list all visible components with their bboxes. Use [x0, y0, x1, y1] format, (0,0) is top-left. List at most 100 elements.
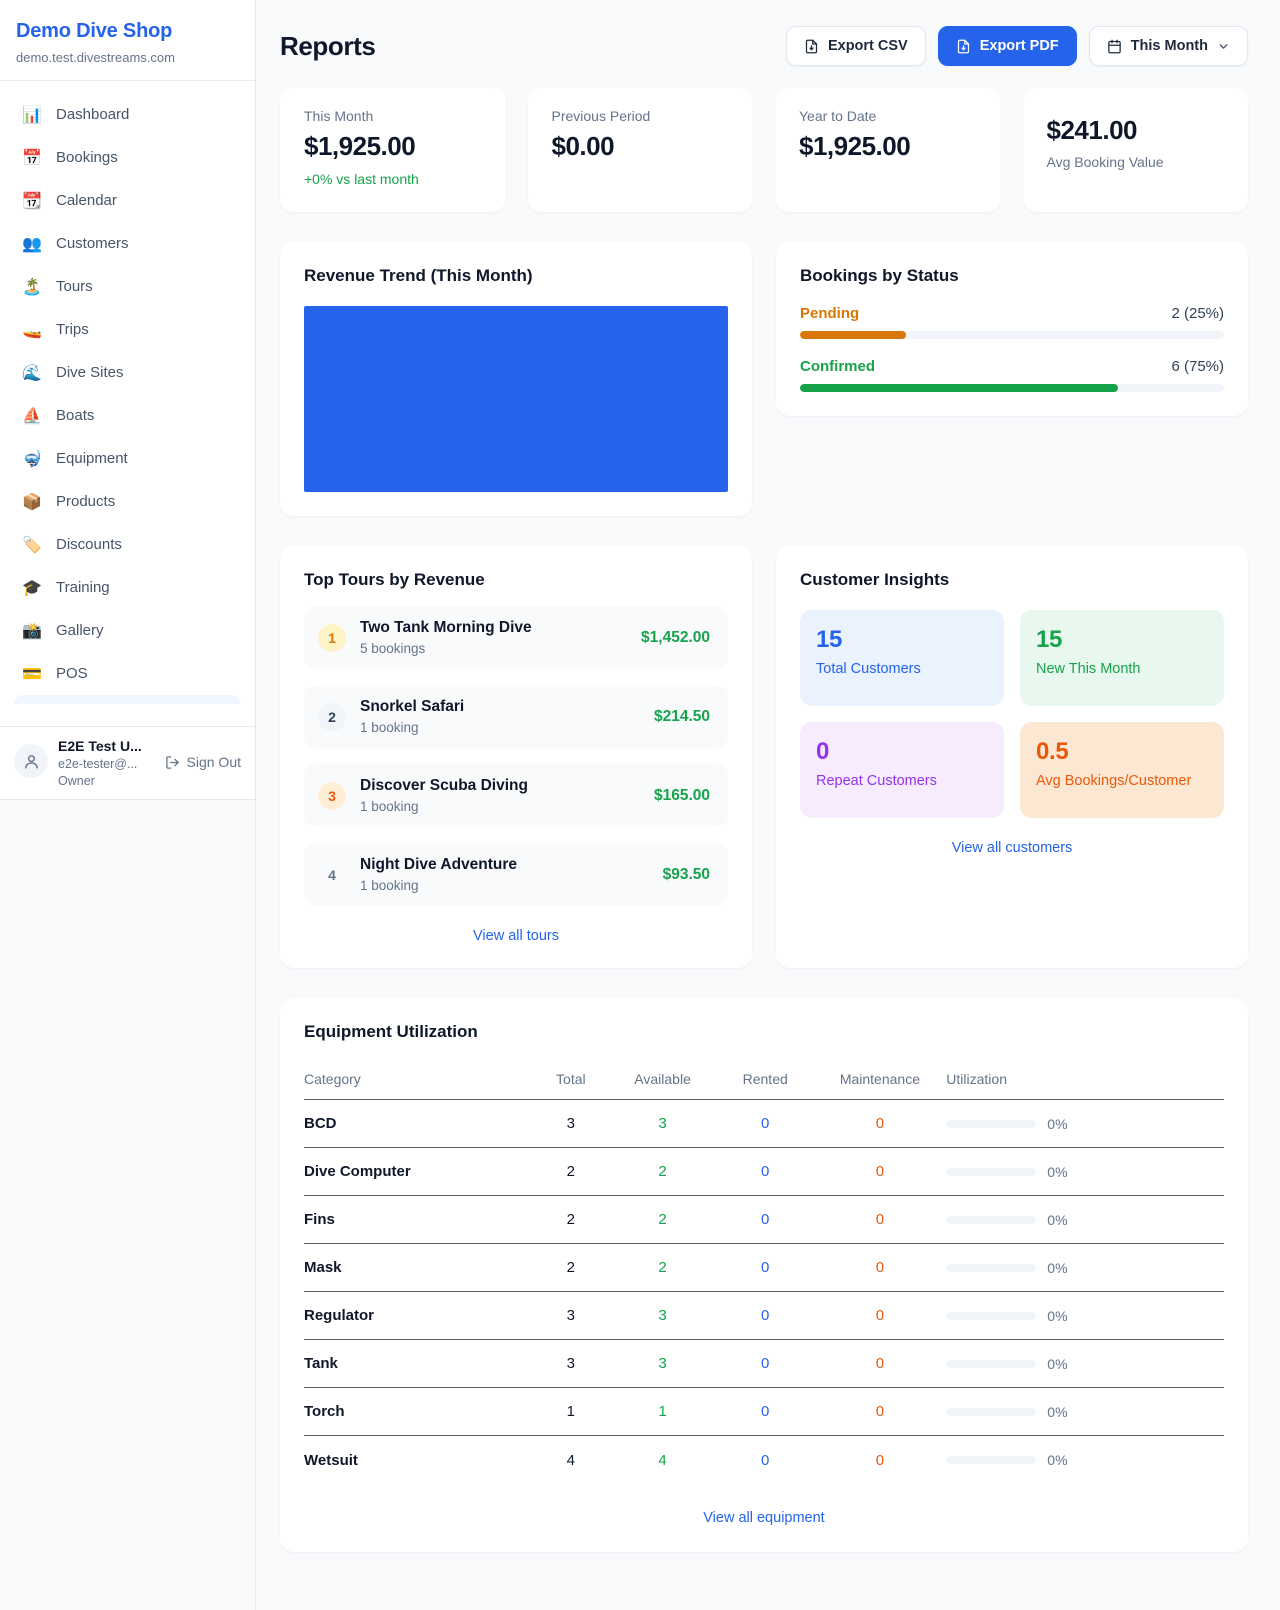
equipment-category: BCD: [304, 1115, 533, 1132]
rank-badge: 2: [318, 703, 346, 731]
equipment-available: 1: [608, 1403, 717, 1420]
tour-bookings: 5 bookings: [360, 641, 532, 656]
sidebar-item-pos[interactable]: 💳 POS: [12, 652, 243, 695]
view-all-equipment-link[interactable]: View all equipment: [304, 1510, 1224, 1526]
tour-revenue: $93.50: [663, 866, 710, 884]
sidebar-item-label: Training: [56, 579, 110, 596]
equipment-utilization: 0%: [946, 1308, 1224, 1324]
view-all-customers-link[interactable]: View all customers: [800, 840, 1224, 856]
utilization-bar: [946, 1456, 1036, 1464]
period-select[interactable]: This Month: [1089, 26, 1248, 66]
tour-name: Discover Scuba Diving: [360, 777, 528, 795]
equipment-icon: 🤿: [22, 449, 42, 469]
equipment-rented: 0: [717, 1452, 814, 1469]
insight-tile: 15 Total Customers: [800, 610, 1004, 706]
utilization-bar: [946, 1120, 1036, 1128]
sidebar-item-label: Calendar: [56, 192, 117, 209]
sidebar-nav: 📊 Dashboard 📅 Bookings 📆 Calendar 👥 Cust…: [0, 81, 255, 726]
rank-badge: 4: [318, 861, 346, 889]
tour-row[interactable]: 3 Discover Scuba Diving 1 booking $165.0…: [304, 764, 728, 827]
equipment-utilization-card: Equipment Utilization Category Total Ava…: [280, 998, 1248, 1552]
equipment-utilization: 0%: [946, 1452, 1224, 1468]
sidebar-item-trips[interactable]: 🚤 Trips: [12, 308, 243, 351]
stat-card: $241.00 Avg Booking Value: [1023, 88, 1249, 212]
tour-row[interactable]: 2 Snorkel Safari 1 booking $214.50: [304, 685, 728, 748]
utilization-percent: 0%: [1047, 1164, 1067, 1180]
insight-value: 15: [1036, 626, 1208, 654]
status-label: Confirmed: [800, 358, 875, 375]
sidebar-item-dashboard[interactable]: 📊 Dashboard: [12, 93, 243, 136]
tour-name: Snorkel Safari: [360, 698, 464, 716]
sidebar-item-training[interactable]: 🎓 Training: [12, 566, 243, 609]
sidebar-item-equipment[interactable]: 🤿 Equipment: [12, 437, 243, 480]
sidebar-item-calendar[interactable]: 📆 Calendar: [12, 179, 243, 222]
avatar: [14, 744, 48, 778]
stat-label: This Month: [304, 108, 482, 124]
bookings-icon: 📅: [22, 148, 42, 168]
table-row: Dive Computer 2 2 0 0 0%: [304, 1148, 1224, 1196]
equipment-total: 3: [533, 1115, 608, 1132]
utilization-percent: 0%: [1047, 1260, 1067, 1276]
utilization-bar: [946, 1264, 1036, 1272]
user-footer: E2E Test U... e2e-tester@... Owner Sign …: [0, 726, 255, 799]
shop-domain: demo.test.divestreams.com: [16, 50, 239, 65]
stat-value: $241.00: [1047, 115, 1225, 146]
sign-out-button[interactable]: Sign Out: [165, 754, 241, 770]
customer-insights-title: Customer Insights: [800, 570, 1224, 590]
table-row: Mask 2 2 0 0 0%: [304, 1244, 1224, 1292]
equipment-maintenance: 0: [814, 1403, 947, 1420]
tour-revenue: $165.00: [654, 787, 710, 805]
status-count: 2 (25%): [1171, 305, 1224, 322]
sidebar-item-label: Customers: [56, 235, 129, 252]
tour-name: Two Tank Morning Dive: [360, 619, 532, 637]
col-rented: Rented: [717, 1071, 814, 1087]
sidebar-item-gallery[interactable]: 📸 Gallery: [12, 609, 243, 652]
sidebar-item-tours[interactable]: 🏝️ Tours: [12, 265, 243, 308]
trips-icon: 🚤: [22, 320, 42, 340]
tour-row[interactable]: 4 Night Dive Adventure 1 booking $93.50: [304, 843, 728, 906]
export-csv-button[interactable]: Export CSV: [786, 26, 926, 66]
view-all-tours-link[interactable]: View all tours: [304, 928, 728, 944]
page-header: Reports Export CSV Export PDF This Month: [280, 26, 1248, 66]
sidebar-item-customers[interactable]: 👥 Customers: [12, 222, 243, 265]
tour-info: Discover Scuba Diving 1 booking: [360, 777, 528, 814]
col-category: Category: [304, 1071, 533, 1087]
tour-row[interactable]: 1 Two Tank Morning Dive 5 bookings $1,45…: [304, 606, 728, 669]
insight-tile: 0.5 Avg Bookings/Customer: [1020, 722, 1224, 818]
logout-icon: [165, 755, 180, 770]
sidebar-item-products[interactable]: 📦 Products: [12, 480, 243, 523]
rank-badge: 1: [318, 624, 346, 652]
bookings-status-title: Bookings by Status: [800, 266, 1224, 286]
equipment-available: 3: [608, 1355, 717, 1372]
utilization-percent: 0%: [1047, 1356, 1067, 1372]
sidebar-item-discounts[interactable]: 🏷️ Discounts: [12, 523, 243, 566]
sidebar-item-label: Trips: [56, 321, 89, 338]
boats-icon: ⛵: [22, 406, 42, 426]
equipment-total: 4: [533, 1452, 608, 1469]
export-pdf-button[interactable]: Export PDF: [938, 26, 1077, 66]
brand-block: Demo Dive Shop demo.test.divestreams.com: [0, 0, 255, 81]
sidebar-item-boats[interactable]: ⛵ Boats: [12, 394, 243, 437]
calendar-icon: 📆: [22, 191, 42, 211]
insight-tiles: 15 Total Customers 15 New This Month 0 R…: [800, 610, 1224, 818]
sidebar-item-reports-partial[interactable]: [14, 695, 241, 704]
equipment-available: 2: [608, 1163, 717, 1180]
utilization-bar: [946, 1312, 1036, 1320]
main-content: Reports Export CSV Export PDF This Month…: [256, 0, 1280, 1584]
charts-row: Revenue Trend (This Month) Bookings by S…: [280, 242, 1248, 516]
sidebar-item-dive-sites[interactable]: 🌊 Dive Sites: [12, 351, 243, 394]
stat-value: $1,925.00: [799, 131, 977, 162]
file-download-icon: [956, 39, 971, 54]
customer-insights-card: Customer Insights 15 Total Customers 15 …: [776, 546, 1248, 968]
equipment-category: Wetsuit: [304, 1452, 533, 1469]
sidebar-item-label: Discounts: [56, 536, 122, 553]
equipment-category: Regulator: [304, 1307, 533, 1324]
customers-icon: 👥: [22, 234, 42, 254]
equipment-maintenance: 0: [814, 1355, 947, 1372]
sidebar-item-label: Gallery: [56, 622, 104, 639]
equipment-available: 3: [608, 1115, 717, 1132]
sidebar-item-bookings[interactable]: 📅 Bookings: [12, 136, 243, 179]
equipment-utilization: 0%: [946, 1356, 1224, 1372]
stat-label: Avg Booking Value: [1047, 154, 1225, 170]
stat-card: This Month $1,925.00 +0% vs last month: [280, 88, 506, 212]
